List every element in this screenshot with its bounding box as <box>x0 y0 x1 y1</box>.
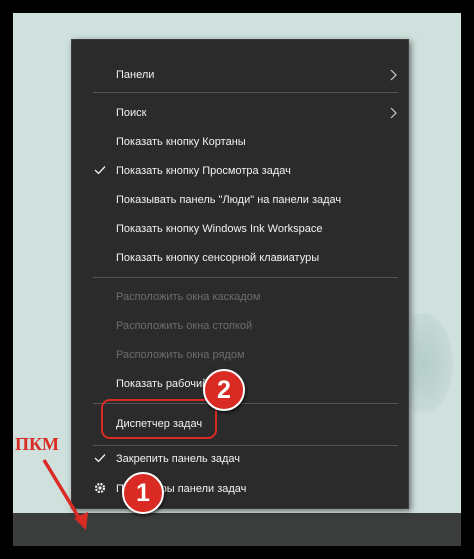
chevron-right-icon <box>390 107 397 119</box>
menu-item-label: Показать кнопку сенсорной клавиатуры <box>116 251 320 264</box>
menu-item-show-touch-keyboard[interactable]: Показать кнопку сенсорной клавиатуры <box>72 243 408 272</box>
menu-item-label: Панели <box>116 68 155 81</box>
menu-item-show-cortana[interactable]: Показать кнопку Кортаны <box>72 127 408 156</box>
menu-item-stack-windows: Расположить окна стопкой <box>72 311 408 340</box>
menu-item-show-people[interactable]: Показывать панель "Люди" на панели задач <box>72 185 408 214</box>
menu-item-show-windows-ink[interactable]: Показать кнопку Windows Ink Workspace <box>72 214 408 243</box>
right-click-label: ПКМ <box>15 434 60 454</box>
arrow-down-right-icon <box>42 459 88 530</box>
menu-separator <box>93 277 398 278</box>
menu-item-search[interactable]: Поиск <box>72 98 408 127</box>
menu-item-side-by-side: Расположить окна рядом <box>72 340 408 369</box>
menu-item-label: Показать кнопку Кортаны <box>116 135 246 148</box>
menu-item-toolbars[interactable]: Панели <box>72 60 408 89</box>
menu-separator <box>93 92 398 93</box>
menu-item-label: Закрепить панель задач <box>116 452 241 465</box>
task-manager-highlight-box <box>101 399 217 439</box>
menu-item-label: Показать кнопку Просмотра задач <box>116 164 291 177</box>
menu-item-label: Расположить окна стопкой <box>116 319 253 332</box>
menu-item-cascade-windows: Расположить окна каскадом <box>72 282 408 311</box>
step-1-badge: 1 <box>122 472 164 514</box>
menu-item-label: Расположить окна рядом <box>116 348 245 361</box>
menu-item-label: Показать рабочий <box>116 377 209 390</box>
menu-item-label: Расположить окна каскадом <box>116 290 261 303</box>
menu-item-show-task-view[interactable]: Показать кнопку Просмотра задач <box>72 156 408 185</box>
checkmark-icon <box>94 166 106 175</box>
menu-item-label: Поиск <box>116 106 147 119</box>
menu-item-lock-taskbar[interactable]: Закрепить панель задач <box>72 444 408 473</box>
step-2-badge: 2 <box>203 369 245 411</box>
menu-item-label: Показать кнопку Windows Ink Workspace <box>116 222 323 235</box>
menu-item-label: Показывать панель "Люди" на панели задач <box>116 193 342 206</box>
chevron-right-icon <box>390 69 397 81</box>
